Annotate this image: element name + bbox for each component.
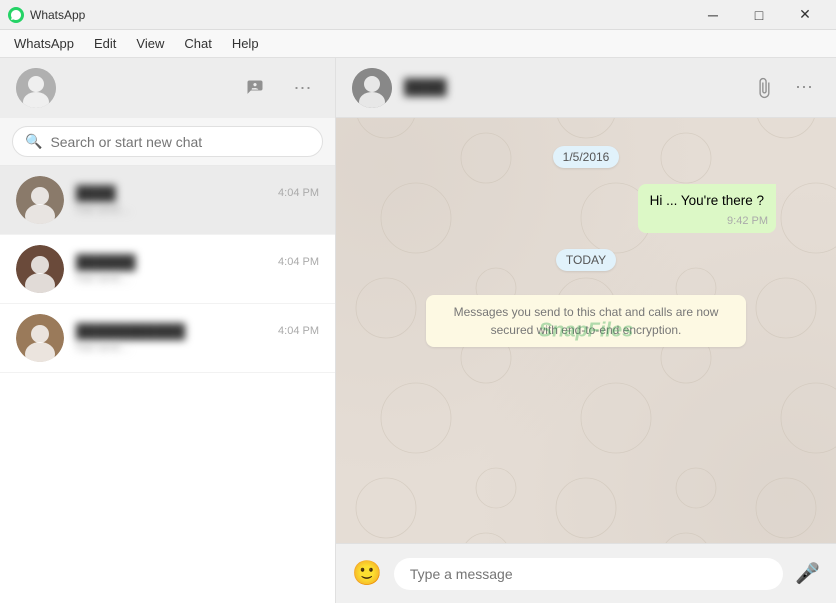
menu-edit[interactable]: Edit	[84, 34, 126, 53]
chat-name: ████	[76, 185, 116, 201]
close-button[interactable]: ✕	[782, 0, 828, 30]
chat-item[interactable]: ██████ 4:04 PM hat and...	[0, 235, 335, 304]
app-icon	[8, 7, 24, 23]
info-message: Messages you send to this chat and calls…	[396, 295, 776, 347]
chat-item[interactable]: ███████████ 4:04 PM hat and...	[0, 304, 335, 373]
messages-area[interactable]: SnapFiles 1/5/2016 Hi ... You're there ?…	[336, 118, 836, 543]
minimize-button[interactable]: ─	[690, 0, 736, 30]
search-inner: 🔍	[12, 126, 323, 157]
chat-info: ███████████ 4:04 PM hat and...	[76, 323, 319, 354]
menu-help[interactable]: Help	[222, 34, 269, 53]
app-container: ⋯ 🔍	[0, 58, 836, 603]
right-header-left: ████	[352, 68, 447, 108]
chat-name-row: ████ 4:04 PM	[76, 185, 319, 201]
new-chat-button[interactable]	[239, 72, 271, 104]
right-header-actions: ⋯	[748, 72, 820, 104]
chat-preview: hat and...	[76, 270, 319, 285]
chat-name-row: ██████ 4:04 PM	[76, 254, 319, 270]
chat-info: ████ 4:04 PM hat and...	[76, 185, 319, 216]
right-panel: #chat-bg { background-color: #e5ddd5; ba…	[336, 58, 836, 603]
chat-time: 4:04 PM	[278, 187, 319, 199]
message-input[interactable]	[394, 558, 783, 590]
chat-preview: hat and...	[76, 201, 319, 216]
more-dots-icon: ⋯	[294, 78, 313, 99]
more-options-chat-button[interactable]: ⋯	[788, 72, 820, 104]
input-area: 🙂 🎤	[336, 543, 836, 603]
maximize-button[interactable]: □	[736, 0, 782, 30]
message-text: Hi ... You're there ?	[650, 193, 764, 208]
date-separator: 1/5/2016	[396, 146, 776, 168]
chat-time: 4:04 PM	[278, 325, 319, 337]
my-profile-avatar[interactable]	[16, 68, 56, 108]
chat-list: ████ 4:04 PM hat and... ██████	[0, 166, 335, 603]
menu-chat[interactable]: Chat	[174, 34, 221, 53]
chat-name-row: ███████████ 4:04 PM	[76, 323, 319, 339]
avatar	[16, 245, 64, 293]
date-separator: TODAY	[396, 249, 776, 271]
more-options-button[interactable]: ⋯	[287, 72, 319, 104]
avatar	[16, 314, 64, 362]
avatar	[16, 176, 64, 224]
date-badge: 1/5/2016	[553, 146, 620, 168]
attachment-button[interactable]	[748, 72, 780, 104]
chat-item[interactable]: ████ 4:04 PM hat and...	[0, 166, 335, 235]
message-row-sent: Hi ... You're there ? 9:42 PM	[396, 184, 776, 233]
title-bar: WhatsApp ─ □ ✕	[0, 0, 836, 30]
search-input[interactable]	[50, 134, 310, 150]
contact-avatar[interactable]	[352, 68, 392, 108]
chat-name: ██████	[76, 254, 136, 270]
right-header: ████ ⋯	[336, 58, 836, 118]
search-icon: 🔍	[25, 133, 42, 150]
more-dots-chat-icon: ⋯	[795, 77, 813, 98]
app-title: WhatsApp	[30, 8, 85, 22]
search-bar: 🔍	[0, 118, 335, 166]
info-bubble: Messages you send to this chat and calls…	[426, 295, 746, 347]
left-panel: ⋯ 🔍	[0, 58, 336, 603]
left-header-actions: ⋯	[239, 72, 319, 104]
chat-info: ██████ 4:04 PM hat and...	[76, 254, 319, 285]
menu-view[interactable]: View	[126, 34, 174, 53]
left-header: ⋯	[0, 58, 335, 118]
chat-name: ███████████	[76, 323, 185, 339]
chat-time: 4:04 PM	[278, 256, 319, 268]
titlebar-left: WhatsApp	[8, 7, 85, 23]
window-controls: ─ □ ✕	[690, 0, 828, 30]
contact-name: ████	[404, 79, 447, 96]
emoji-button[interactable]: 🙂	[352, 559, 382, 588]
message-bubble: Hi ... You're there ? 9:42 PM	[638, 184, 776, 233]
menu-bar: WhatsApp Edit View Chat Help	[0, 30, 836, 58]
message-time: 9:42 PM	[727, 214, 768, 229]
chat-preview: hat and...	[76, 339, 319, 354]
menu-whatsapp[interactable]: WhatsApp	[4, 34, 84, 53]
mic-button[interactable]: 🎤	[795, 561, 820, 586]
date-badge: TODAY	[556, 249, 616, 271]
